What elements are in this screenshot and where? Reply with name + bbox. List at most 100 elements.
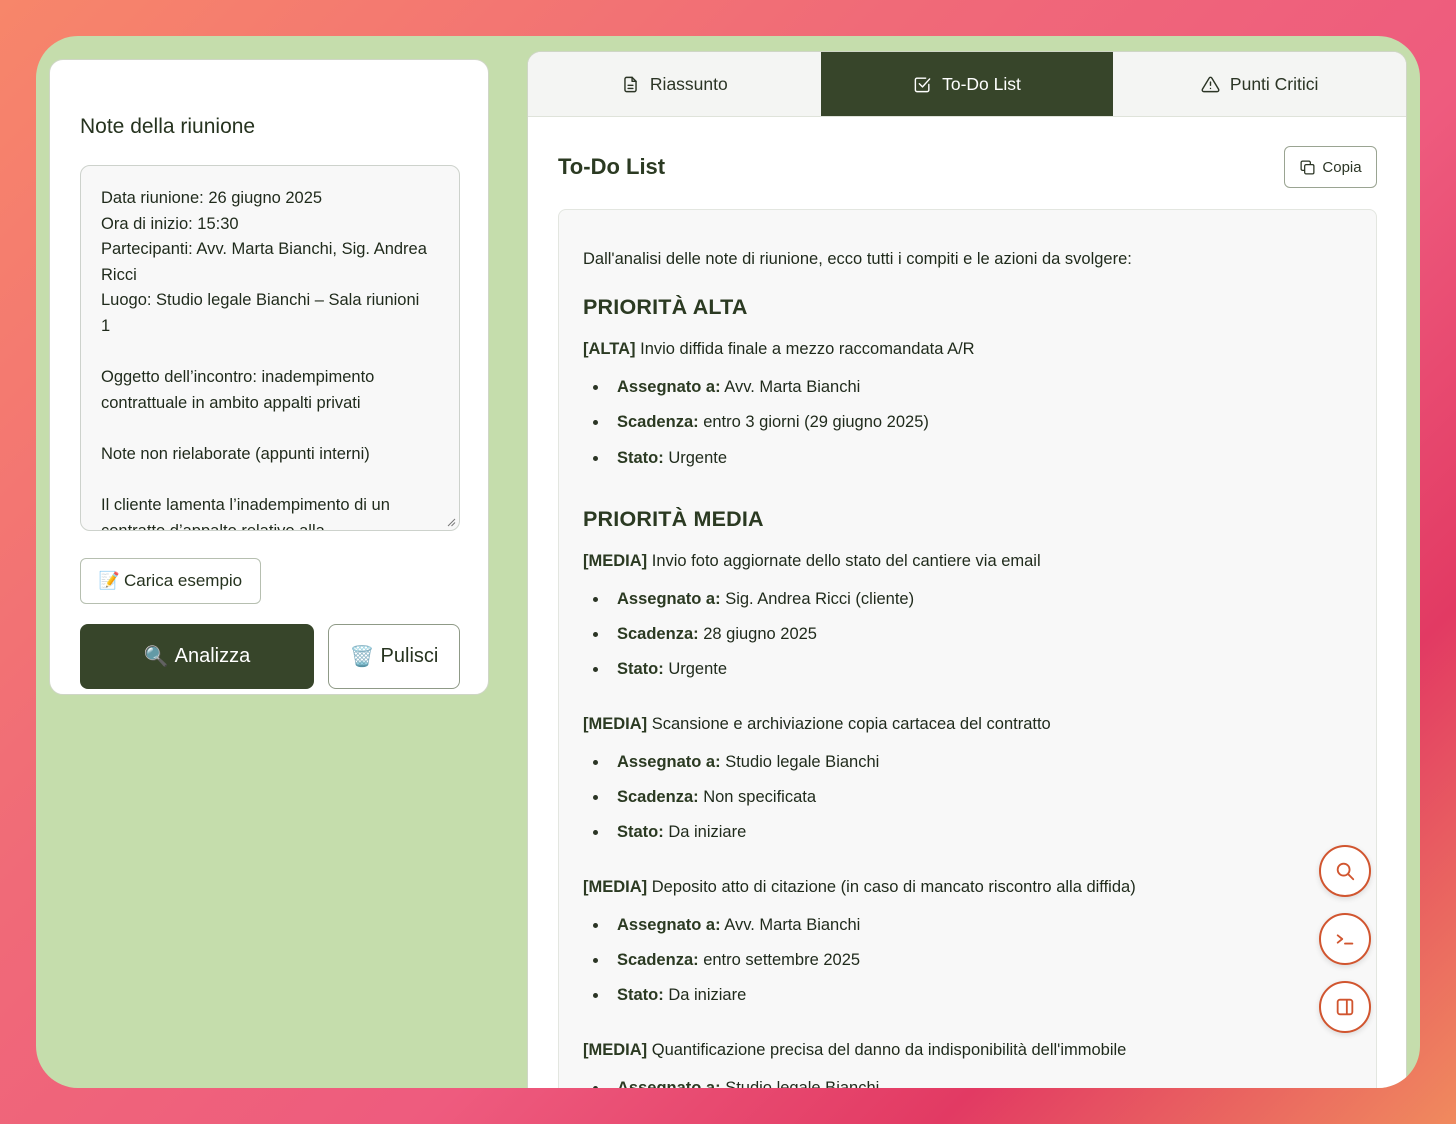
notes-line xyxy=(101,416,439,442)
task-title: [MEDIA] Deposito atto di citazione (in c… xyxy=(583,878,1352,897)
load-example-button[interactable]: 📝 Carica esempio xyxy=(80,558,261,604)
detail-key: Assegnato a: xyxy=(617,752,721,771)
task-text: Quantificazione precisa del danno da ind… xyxy=(647,1040,1127,1059)
task-text: Invio diffida finale a mezzo raccomandat… xyxy=(635,340,975,358)
magnifier-icon: 🔍 xyxy=(143,646,169,668)
copy-button[interactable]: Copia xyxy=(1284,146,1377,188)
task-title: [ALTA] Invio diffida finale a mezzo racc… xyxy=(583,340,1352,359)
detail-key: Stato: xyxy=(617,448,664,467)
task-detail-item: Scadenza: Non specificata xyxy=(583,787,1352,822)
resize-handle-icon[interactable] xyxy=(446,517,456,527)
todo-groups: PRIORITÀ ALTA [ALTA] Invio diffida finale… xyxy=(583,295,1352,1088)
tab-todo-list-label: To-Do List xyxy=(942,73,1021,94)
analyze-button[interactable]: 🔍 Analizza xyxy=(80,624,314,689)
sidebar-fab[interactable] xyxy=(1319,981,1371,1033)
task-details: Assegnato a: Avv. Marta Bianchi Scadenza:… xyxy=(583,377,1352,483)
notes-textarea[interactable]: Data riunione: 26 giugno 2025 Ora di iniz… xyxy=(80,165,460,531)
tab-riassunto[interactable]: Riassunto xyxy=(528,52,821,116)
task-details: Assegnato a: Studio legale Bianchi Scaden… xyxy=(583,752,1352,858)
task-priority-tag: [MEDIA] xyxy=(583,551,648,570)
notes-line: Partecipanti: Avv. Marta Bianchi, Sig. A… xyxy=(101,240,427,259)
notes-line: Ora di inizio: 15:30 xyxy=(101,214,239,233)
notes-line: Data riunione: 26 giugno 2025 xyxy=(101,189,323,207)
detail-value: Da iniziare xyxy=(663,823,747,842)
task-text: Deposito atto di citazione (in caso di m… xyxy=(647,877,1136,896)
sidebar-panel-icon xyxy=(1336,998,1354,1016)
task-details: Assegnato a: Avv. Marta Bianchi Scadenza:… xyxy=(583,915,1352,1021)
notes-card: Note della riunione Data riunione: 26 gi… xyxy=(49,59,489,695)
detail-key: Assegnato a: xyxy=(617,378,721,396)
task-detail-item: Stato: Da iniziare xyxy=(583,985,1352,1020)
detail-key: Assegnato a: xyxy=(617,915,721,934)
tab-punti-critici-label: Punti Critici xyxy=(1229,73,1319,94)
detail-value: Non specificata xyxy=(698,788,817,807)
todo-content: Dall'analisi delle note di riunione, ecc… xyxy=(558,209,1377,1088)
notes-line: Ricci xyxy=(101,265,137,284)
analyze-label: Analizza xyxy=(174,645,251,667)
search-icon xyxy=(1336,862,1355,881)
task-priority-tag: [MEDIA] xyxy=(583,877,648,896)
task-title: [MEDIA] Quantificazione precisa del dann… xyxy=(583,1041,1352,1060)
notes-line: Luogo: Studio legale Bianchi – Sala riun… xyxy=(101,291,420,310)
notes-line: contrattuale in ambito appalti privati xyxy=(101,393,361,412)
notes-line: Oggetto dell’incontro: inadempimento xyxy=(101,368,375,387)
task-detail-item: Assegnato a: Studio legale Bianchi xyxy=(583,1078,1352,1088)
task-text: Scansione e archiviazione copia cartacea… xyxy=(647,714,1051,733)
detail-key: Scadenza: xyxy=(617,788,699,807)
copy-icon xyxy=(1300,159,1315,175)
copy-label: Copia xyxy=(1322,158,1362,176)
notes-line: Note non rielaborate (appunti interni) xyxy=(101,444,370,463)
detail-key: Scadenza: xyxy=(617,413,699,432)
detail-value: entro settembre 2025 xyxy=(698,950,861,969)
results-panel: Riassunto To-Do List Punti Critici To-Do… xyxy=(527,51,1407,1088)
tab-todo-list[interactable]: To-Do List xyxy=(820,52,1114,116)
task-detail-item: Stato: Da iniziare xyxy=(583,822,1352,857)
detail-value: Urgente xyxy=(663,660,728,679)
task-priority-tag: [ALTA] xyxy=(583,340,636,358)
task-title: [MEDIA] Scansione e archiviazione copia … xyxy=(583,715,1352,734)
content-title: To-Do List xyxy=(558,154,666,179)
notes-title: Note della riunione xyxy=(80,115,256,138)
search-fab[interactable] xyxy=(1319,845,1371,897)
clear-label: Pulisci xyxy=(380,645,439,667)
notes-text: Data riunione: 26 giugno 2025 Ora di iniz… xyxy=(101,186,439,531)
warning-icon xyxy=(1201,76,1220,92)
task-details: Assegnato a: Studio legale Bianchi xyxy=(583,1078,1352,1088)
checkbox-icon xyxy=(914,76,931,92)
detail-value: Da iniziare xyxy=(663,986,747,1005)
task-detail-item: Stato: Urgente xyxy=(583,659,1352,694)
task-detail-item: Scadenza: entro 3 giorni (29 giugno 2025… xyxy=(583,412,1352,447)
task-detail-item: Assegnato a: Avv. Marta Bianchi xyxy=(583,377,1352,412)
memo-icon: 📝 xyxy=(98,571,121,590)
terminal-fab[interactable] xyxy=(1319,913,1371,965)
task-detail-item: Assegnato a: Sig. Andrea Ricci (cliente) xyxy=(583,589,1352,624)
task-detail-item: Scadenza: entro settembre 2025 xyxy=(583,950,1352,985)
detail-key: Stato: xyxy=(617,823,664,842)
detail-value: 28 giugno 2025 xyxy=(698,625,817,644)
task-priority-tag: [MEDIA] xyxy=(583,1040,648,1059)
task-details: Assegnato a: Sig. Andrea Ricci (cliente)… xyxy=(583,589,1352,695)
trash-icon: 🗑️ xyxy=(349,646,375,668)
notes-line: Il cliente lamenta l’inadempimento di un xyxy=(101,496,390,515)
task-detail-item: Scadenza: 28 giugno 2025 xyxy=(583,624,1352,659)
detail-value: Avv. Marta Bianchi xyxy=(720,378,861,396)
task-detail-item: Assegnato a: Studio legale Bianchi xyxy=(583,752,1352,787)
task-detail-item: Assegnato a: Avv. Marta Bianchi xyxy=(583,915,1352,950)
notes-line: contratto d’appalto relativo alla xyxy=(101,521,325,531)
notes-line: 1 xyxy=(101,316,111,335)
detail-value: Avv. Marta Bianchi xyxy=(720,915,861,934)
detail-value: entro 3 giorni (29 giugno 2025) xyxy=(698,413,929,432)
terminal-icon xyxy=(1336,934,1354,945)
detail-key: Scadenza: xyxy=(617,625,699,644)
tab-riassunto-label: Riassunto xyxy=(649,73,728,94)
detail-key: Assegnato a: xyxy=(617,589,721,608)
app-window: Note della riunione Data riunione: 26 gi… xyxy=(36,36,1420,1088)
task-detail-item: Stato: Urgente xyxy=(583,448,1352,483)
task-priority-tag: [MEDIA] xyxy=(583,714,648,733)
priority-heading: PRIORITÀ ALTA xyxy=(583,295,748,319)
detail-value: Sig. Andrea Ricci (cliente) xyxy=(720,589,915,608)
tab-punti-critici[interactable]: Punti Critici xyxy=(1113,52,1406,116)
detail-key: Assegnato a: xyxy=(617,1078,721,1088)
load-example-label: Carica esempio xyxy=(124,571,243,590)
clear-button[interactable]: 🗑️ Pulisci xyxy=(328,624,460,689)
